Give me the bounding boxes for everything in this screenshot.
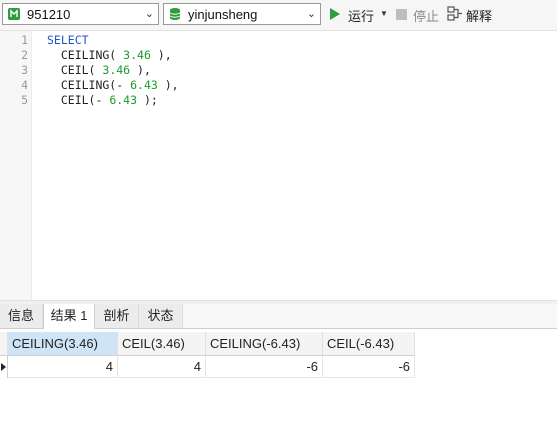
column-header[interactable]: CEIL(-6.43) [323,332,415,356]
connection-select[interactable]: 951210 ⌄ [2,3,159,25]
line-number: 4 [21,78,28,92]
column-header[interactable]: CEILING(-6.43) [206,332,323,356]
code-line: CEIL( 3.46 ), [47,63,151,77]
table-cell[interactable]: 4 [8,356,118,378]
line-number: 1 [21,33,28,47]
line-number: 3 [21,63,28,77]
tab-status[interactable]: 状态 [139,304,183,328]
tab-result-1[interactable]: 结果 1 [43,304,95,329]
column-header[interactable]: CEIL(3.46) [118,332,206,356]
run-button[interactable]: 运行 [348,6,374,25]
chevron-down-icon[interactable]: ⌄ [307,7,316,20]
database-value: yinjunsheng [188,7,258,22]
table-cell[interactable]: -6 [323,356,415,378]
mysql-connection-icon [8,8,20,20]
line-number: 2 [21,48,28,62]
stop-button[interactable]: 停止 [413,6,439,25]
connection-value: 951210 [27,7,71,22]
database-select[interactable]: yinjunsheng ⌄ [163,3,321,25]
run-icon[interactable] [330,8,340,20]
explain-icon[interactable] [447,6,463,22]
code-line: CEIL(- 6.43 ); [47,93,158,107]
table-cell[interactable]: -6 [206,356,323,378]
table-cell[interactable]: 4 [118,356,206,378]
line-number: 5 [21,93,28,107]
code-line: CEILING( 3.46 ), [47,48,172,62]
tab-info[interactable]: 信息 [0,304,43,328]
code-line: CEILING(- 6.43 ), [47,78,179,92]
stop-icon [396,9,407,20]
explain-button[interactable]: 解释 [466,6,492,25]
line-number-gutter: 1 2 3 4 5 [0,31,32,300]
current-row-indicator-icon[interactable] [0,356,8,378]
sql-editor[interactable]: 1 2 3 4 5 SELECT CEILING( 3.46 ), CEIL( … [0,31,557,300]
grid-corner [0,332,8,356]
query-toolbar: 951210 ⌄ yinjunsheng ⌄ 运行 ▼ 停止 解释 [0,0,557,31]
run-dropdown-caret-icon[interactable]: ▼ [380,9,388,18]
code-line: SELECT [47,33,89,47]
database-icon [169,8,181,20]
result-tab-bar: 信息 结果 1 剖析 状态 [0,304,557,329]
chevron-down-icon[interactable]: ⌄ [145,7,154,20]
tab-profile[interactable]: 剖析 [95,304,139,328]
column-header[interactable]: CEILING(3.46) [8,332,118,356]
